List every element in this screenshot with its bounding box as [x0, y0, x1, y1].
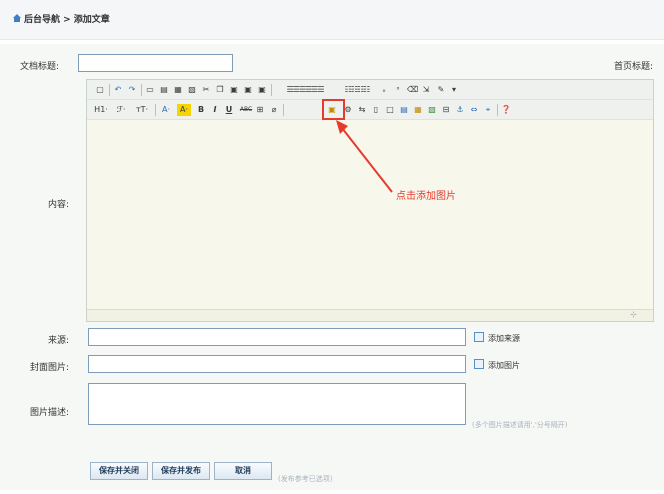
toolbar-separator [497, 104, 498, 116]
editor-toolbar-row-1: ▢ ↶ ↷ ▭ ▤ ▦ ▧ ✂ ❐ ▣ ▣ ▣ ☰☰☰☰☰☰ ☷☷☷☷ ₓ ˣ … [87, 80, 653, 100]
cut-icon[interactable]: ✂ [201, 84, 211, 96]
publish-hint: (发布参考已选项) [278, 475, 333, 483]
more-icon[interactable]: ▾ [449, 84, 459, 96]
list-icons[interactable]: ☷☷☷☷ [337, 84, 377, 96]
heading-dropdown[interactable]: H1· [93, 104, 109, 116]
strikethrough-button[interactable]: ABC [239, 104, 253, 116]
toolbar-separator [271, 84, 272, 96]
align-icons[interactable]: ☰☰☰☰☰☰ [275, 84, 335, 96]
paste-icon[interactable]: ▣ [229, 84, 239, 96]
page-break-icon[interactable]: ⊟ [441, 104, 451, 116]
bold-button[interactable]: B [197, 104, 205, 116]
cancel-button[interactable]: 取消 [214, 462, 272, 480]
undo-icon[interactable]: ↶ [113, 84, 123, 96]
title-label: 文档标题: [20, 62, 60, 72]
paste-word-icon[interactable]: ▣ [257, 84, 267, 96]
format-painter-icon[interactable]: ✎ [435, 84, 447, 96]
anchor-icon[interactable]: ⚓ [455, 104, 465, 116]
add-source-link[interactable]: 添加来源 [488, 333, 520, 344]
resize-handle-icon[interactable]: ⊹ [630, 310, 637, 319]
breadcrumb-bar: 后台导航 > 添加文章 [0, 0, 664, 40]
image-desc-label: 图片描述: [30, 408, 70, 418]
add-image-icon[interactable] [474, 359, 484, 369]
editor-toolbar-row-2: H1· ℱ· ᴛT· A· A· B I U ABC ⊞ ⌀ ▣ ⚙ ⇆ ▯ □… [87, 100, 653, 120]
cover-image-input[interactable] [88, 355, 466, 373]
copy-icon[interactable]: ❐ [215, 84, 225, 96]
rich-text-editor[interactable]: ▢ ↶ ↷ ▭ ▤ ▦ ▧ ✂ ❐ ▣ ▣ ▣ ☰☰☰☰☰☰ ☷☷☷☷ ₓ ˣ … [86, 79, 654, 322]
print-icon[interactable]: ▤ [159, 84, 169, 96]
text-color-dropdown[interactable]: A· [159, 104, 173, 116]
attachment-icon[interactable]: ▤ [399, 104, 409, 116]
font-size-dropdown[interactable]: ᴛT· [133, 104, 151, 116]
subscript-icon[interactable]: ₓ [379, 84, 389, 96]
emoticon-icon[interactable]: ▦ [413, 104, 423, 116]
underline-button[interactable]: U [225, 104, 233, 116]
font-family-dropdown[interactable]: ℱ· [113, 104, 129, 116]
help-icon[interactable]: ❓ [501, 104, 511, 116]
editor-status-bar: ⊹ [87, 309, 653, 321]
frame-icon[interactable]: □ [385, 104, 395, 116]
superscript-icon[interactable]: ˣ [393, 84, 403, 96]
annotation-arrow-icon [336, 120, 393, 193]
title-input[interactable] [78, 54, 233, 72]
map-icon[interactable]: ▧ [427, 104, 437, 116]
source-input[interactable] [88, 328, 466, 346]
highlight-color-dropdown[interactable]: A· [177, 104, 191, 116]
link-icon[interactable]: ⇔ [469, 104, 479, 116]
template-icon[interactable]: ▦ [173, 84, 183, 96]
content-label: 内容: [48, 200, 70, 210]
code-icon[interactable]: ▧ [187, 84, 197, 96]
add-source-icon[interactable] [474, 332, 484, 342]
remove-format-icon[interactable]: ⌀ [269, 104, 279, 116]
toolbar-separator [109, 84, 110, 96]
flash-icon[interactable]: ⇆ [357, 104, 367, 116]
add-image-link[interactable]: 添加图片 [488, 360, 520, 371]
table-icon[interactable]: ⊞ [255, 104, 265, 116]
home-icon [13, 14, 21, 22]
image-desc-textarea[interactable] [88, 383, 466, 425]
italic-button[interactable]: I [211, 104, 219, 116]
preview-icon[interactable]: ▭ [145, 84, 155, 96]
home-title-label: 首页标题: [614, 62, 654, 72]
source-label: 来源: [48, 336, 70, 346]
paste-text-icon[interactable]: ▣ [243, 84, 253, 96]
source-icon[interactable]: ▢ [95, 84, 105, 96]
annotation-text: 点击添加图片 [396, 191, 456, 202]
insert-image-highlight [322, 99, 345, 120]
unlink-icon[interactable]: ⌖ [483, 104, 493, 116]
media-icon[interactable]: ▯ [371, 104, 381, 116]
toolbar-separator [155, 104, 156, 116]
image-desc-hint: (多个图片描述请用','分号隔开) [472, 421, 568, 429]
select-all-icon[interactable]: ⇲ [421, 84, 431, 96]
breadcrumb: 后台导航 > 添加文章 [24, 15, 110, 25]
toolbar-separator [141, 84, 142, 96]
toolbar-separator [283, 104, 284, 116]
clear-format-icon[interactable]: ⌫ [407, 84, 418, 96]
redo-icon[interactable]: ↷ [127, 84, 137, 96]
cover-label: 封面图片: [30, 363, 70, 373]
save-close-button[interactable]: 保存并关闭 [90, 462, 148, 480]
save-publish-button[interactable]: 保存并发布 [152, 462, 210, 480]
